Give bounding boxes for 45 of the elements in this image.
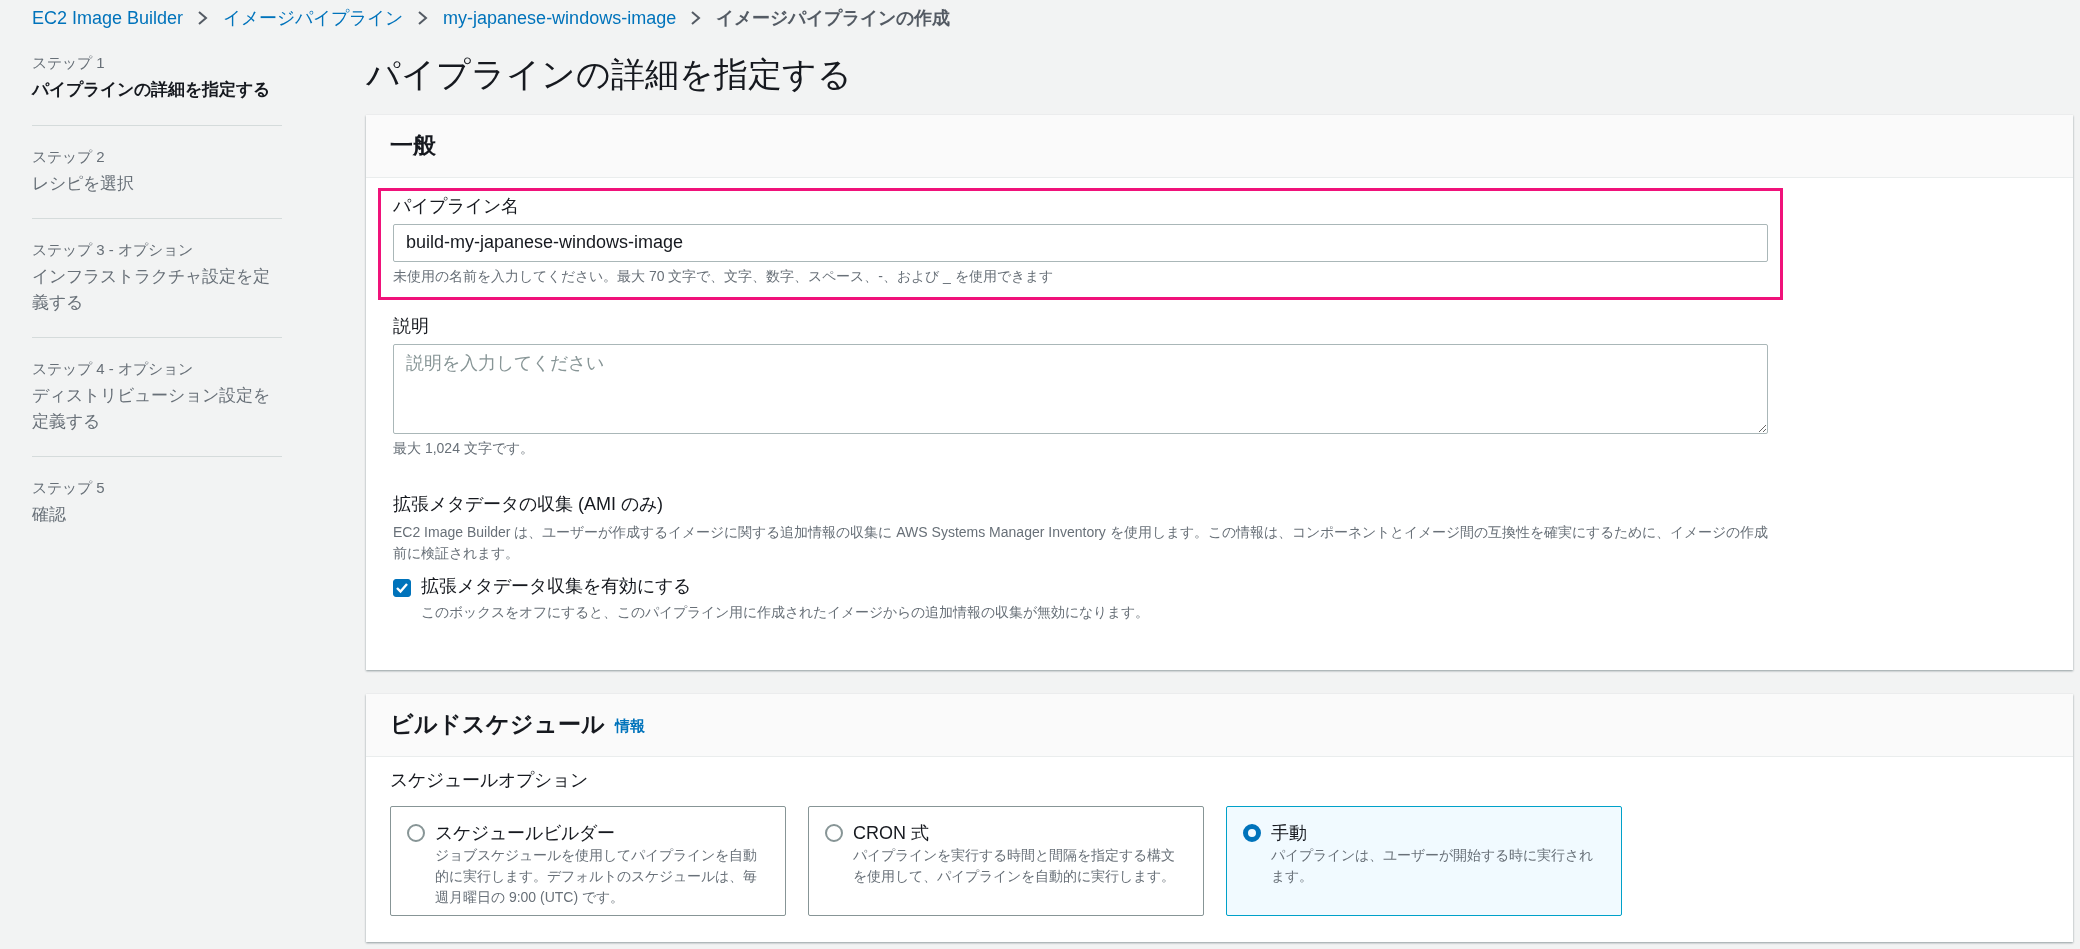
chevron-right-icon xyxy=(197,10,210,26)
panel-title: ビルドスケジュール xyxy=(390,710,605,740)
chevron-right-icon xyxy=(690,10,703,26)
info-link[interactable]: 情報 xyxy=(615,717,645,737)
radio-button[interactable] xyxy=(407,823,425,842)
step-title[interactable]: ディストリビューション設定を定義する xyxy=(32,383,282,434)
breadcrumb-link[interactable]: イメージパイプライン xyxy=(223,6,404,30)
option-label: CRON 式 xyxy=(853,821,930,845)
field-hint: 最大 1,024 文字です。 xyxy=(393,438,535,458)
option-label: スケジュールビルダー xyxy=(435,821,616,845)
panel-title: 一般 xyxy=(390,131,436,161)
breadcrumb-current: イメージパイプラインの作成 xyxy=(716,7,951,30)
option-label: 手動 xyxy=(1271,821,1308,845)
field-label: パイプライン名 xyxy=(393,194,520,218)
field-label: 拡張メタデータの収集 (AMI のみ) xyxy=(393,492,664,516)
schedule-option-card[interactable]: CRON 式 パイプラインを実行する時間と間隔を指定する構文を使用して、パイプラインを自動的に実行します。 xyxy=(808,805,1204,916)
step-number: ステップ 5 xyxy=(32,479,106,498)
checkbox-hint: このボックスをオフにすると、このパイプライン用に作成されたイメージからの追加情報の収集が無効になります。 xyxy=(421,602,1149,622)
option-description: パイプラインは、ユーザーが開始する時に実行されます。 xyxy=(1271,845,1594,886)
pipeline-name-field[interactable]: build-my-japanese-windows-image xyxy=(393,223,1768,262)
breadcrumb-link[interactable]: EC2 Image Builder xyxy=(32,7,184,29)
field-label: 説明 xyxy=(393,314,430,338)
description-field[interactable]: 説明を入力してください xyxy=(393,343,1768,434)
step-number: ステップ 4 - オプション xyxy=(32,360,194,379)
page-title: パイプラインの詳細を指定する xyxy=(366,54,853,95)
checkbox-label: 拡張メタデータ収集を有効にする xyxy=(421,574,692,598)
step-title[interactable]: 確認 xyxy=(32,502,282,528)
chevron-right-icon xyxy=(417,10,430,26)
field-description: EC2 Image Builder は、ユーザーが作成するイメージに関する追加情報の収集に AWS Systems Manager Inventory を使用します。この情報は、コンポーネントとイメージ間の互換性を確実にするために、イメージの作成前に検証されます。 xyxy=(393,522,1768,563)
option-description: パイプラインを実行する時間と間隔を指定する構文を使用して、パイプラインを自動的に実行します。 xyxy=(853,845,1176,886)
step-title[interactable]: レシピを選択 xyxy=(32,170,282,196)
step-number: ステップ 1 xyxy=(32,54,106,73)
step-number: ステップ 2 xyxy=(32,147,106,167)
step-number: ステップ 3 - オプション xyxy=(32,241,194,260)
radio-button[interactable] xyxy=(825,823,843,842)
schedule-option-card[interactable]: 手動 パイプラインは、ユーザーが開始する時に実行されます。 xyxy=(1226,805,1622,916)
option-description: ジョブスケジュールを使用してパイプラインを自動的に実行します。デフォルトのスケジュールは、毎週月曜日の 9:00 (UTC) です。 xyxy=(435,845,758,907)
schedule-option-card[interactable]: スケジュールビルダー ジョブスケジュールを使用してパイプラインを自動的に実行します。デフォルトのスケジュールは、毎週月曜日の 9:00 (UTC) です。 xyxy=(390,805,786,916)
step-title[interactable]: インフラストラクチャ設定を定義する xyxy=(32,264,282,315)
radio-button[interactable] xyxy=(1243,823,1261,842)
step-title[interactable]: パイプラインの詳細を指定する xyxy=(32,77,282,103)
field-label: スケジュールオプション xyxy=(390,769,588,790)
checkbox[interactable] xyxy=(393,578,411,597)
field-hint: 未使用の名前を入力してください。最大 70 文字で、文字、数字、スペース、-、および _ を使用できます xyxy=(393,266,1054,286)
breadcrumb-link[interactable]: my-japanese-windows-image xyxy=(443,7,677,29)
